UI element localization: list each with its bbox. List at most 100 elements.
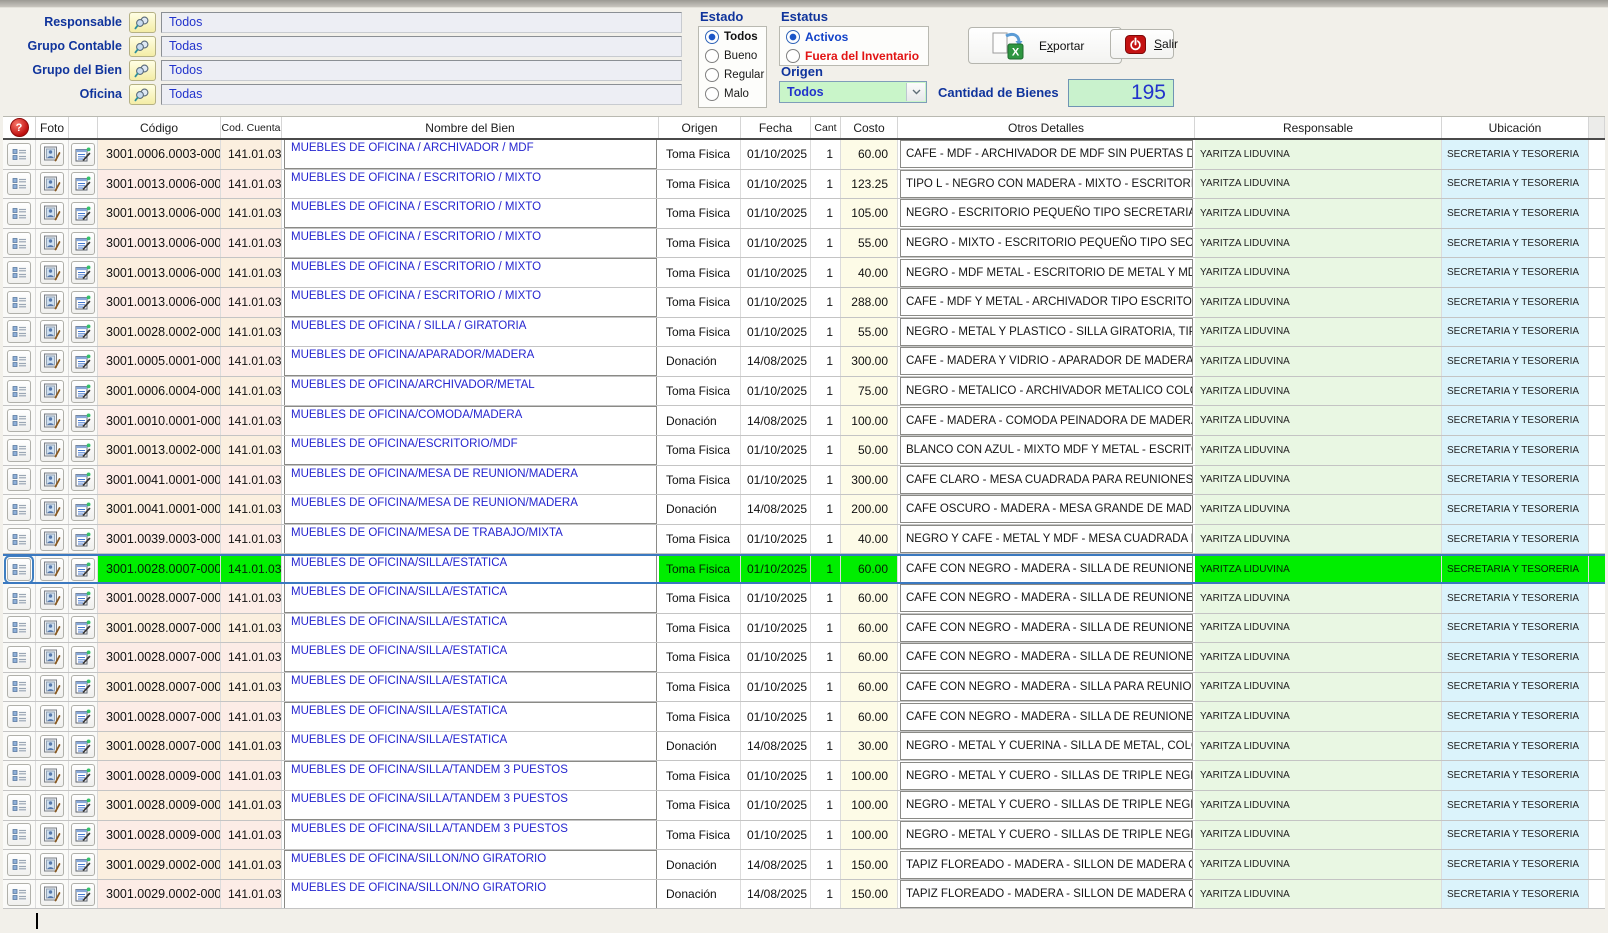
row-edit-button[interactable]: [71, 528, 95, 551]
radio-option[interactable]: Activos: [786, 28, 928, 46]
row-edit-button[interactable]: [71, 172, 95, 195]
row-detail-button[interactable]: [7, 528, 31, 551]
row-edit-button[interactable]: [71, 616, 95, 639]
table-row[interactable]: 3001.0028.0007-00007 141.01.03 MUEBLES D…: [3, 732, 1605, 762]
filter-search-button[interactable]: [129, 60, 156, 81]
table-row[interactable]: 3001.0028.0007-00004 141.01.03 MUEBLES D…: [3, 643, 1605, 673]
row-edit-button[interactable]: [71, 320, 95, 343]
row-edit-button[interactable]: [71, 853, 95, 876]
row-photo-button[interactable]: [40, 764, 64, 787]
table-row[interactable]: 3001.0013.0006-00002 141.01.03 MUEBLES D…: [3, 199, 1605, 229]
table-row[interactable]: 3001.0013.0002-00001 141.01.03 MUEBLES D…: [3, 436, 1605, 466]
row-photo-button[interactable]: [40, 291, 64, 314]
row-detail-button[interactable]: [7, 764, 31, 787]
row-edit-button[interactable]: [71, 646, 95, 669]
row-edit-button[interactable]: [71, 291, 95, 314]
filter-value-field[interactable]: Todas: [161, 36, 682, 57]
row-edit-button[interactable]: [71, 350, 95, 373]
row-photo-button[interactable]: [40, 705, 64, 728]
row-detail-button[interactable]: [7, 439, 31, 462]
filter-value-field[interactable]: Todos: [161, 12, 682, 33]
row-photo-button[interactable]: [40, 261, 64, 284]
row-detail-button[interactable]: [7, 735, 31, 758]
chevron-down-icon[interactable]: [906, 83, 925, 101]
row-photo-button[interactable]: [40, 735, 64, 758]
row-detail-button[interactable]: [7, 646, 31, 669]
row-edit-button[interactable]: [71, 498, 95, 521]
row-photo-button[interactable]: [40, 823, 64, 846]
row-edit-button[interactable]: [71, 261, 95, 284]
row-photo-button[interactable]: [40, 883, 64, 906]
row-detail-button[interactable]: [7, 232, 31, 255]
table-row[interactable]: 3001.0010.0001-00001 141.01.03 MUEBLES D…: [3, 406, 1605, 436]
row-edit-button[interactable]: [71, 558, 95, 581]
table-row[interactable]: 3001.0005.0001-00001 141.01.03 MUEBLES D…: [3, 347, 1605, 377]
row-edit-button[interactable]: [71, 232, 95, 255]
row-photo-button[interactable]: [40, 498, 64, 521]
table-row[interactable]: 3001.0028.0009-00002 141.01.03 MUEBLES D…: [3, 791, 1605, 821]
table-row[interactable]: 3001.0028.0002-00001 141.01.03 MUEBLES D…: [3, 318, 1605, 348]
table-row[interactable]: 3001.0028.0007-00005 141.01.03 MUEBLES D…: [3, 673, 1605, 703]
salir-button[interactable]: Salir: [1110, 29, 1174, 59]
row-edit-button[interactable]: [71, 675, 95, 698]
row-edit-button[interactable]: [71, 794, 95, 817]
table-row[interactable]: 3001.0039.0003-00001 141.01.03 MUEBLES D…: [3, 525, 1605, 555]
filter-search-button[interactable]: [129, 84, 156, 105]
row-detail-button[interactable]: [7, 675, 31, 698]
radio-option[interactable]: Regular: [705, 66, 766, 84]
row-detail-button[interactable]: [7, 853, 31, 876]
table-row[interactable]: 3001.0028.0007-00002 141.01.03 MUEBLES D…: [3, 584, 1605, 614]
row-detail-button[interactable]: [7, 616, 31, 639]
row-edit-button[interactable]: [71, 883, 95, 906]
row-edit-button[interactable]: [71, 735, 95, 758]
row-detail-button[interactable]: [7, 409, 31, 432]
row-detail-button[interactable]: [7, 291, 31, 314]
row-edit-button[interactable]: [71, 143, 95, 166]
table-row[interactable]: 3001.0029.0002-00002 141.01.03 MUEBLES D…: [3, 880, 1605, 910]
row-photo-button[interactable]: [40, 320, 64, 343]
table-row[interactable]: 3001.0013.0006-00001 141.01.03 MUEBLES D…: [3, 170, 1605, 200]
row-detail-button[interactable]: [7, 261, 31, 284]
row-photo-button[interactable]: [40, 232, 64, 255]
filter-search-button[interactable]: [129, 12, 156, 33]
row-photo-button[interactable]: [40, 853, 64, 876]
row-photo-button[interactable]: [40, 675, 64, 698]
row-photo-button[interactable]: [40, 143, 64, 166]
row-photo-button[interactable]: [40, 202, 64, 225]
row-detail-button[interactable]: [7, 350, 31, 373]
table-row[interactable]: 3001.0029.0002-00001 141.01.03 MUEBLES D…: [3, 850, 1605, 880]
row-detail-button[interactable]: [7, 320, 31, 343]
row-photo-button[interactable]: [40, 439, 64, 462]
row-photo-button[interactable]: [40, 409, 64, 432]
row-detail-button[interactable]: [7, 705, 31, 728]
radio-option[interactable]: Malo: [705, 85, 766, 103]
row-photo-button[interactable]: [40, 616, 64, 639]
row-edit-button[interactable]: [71, 764, 95, 787]
table-row[interactable]: 3001.0006.0004-00001 141.01.03 MUEBLES D…: [3, 377, 1605, 407]
radio-option[interactable]: Bueno: [705, 47, 766, 65]
row-photo-button[interactable]: [40, 587, 64, 610]
row-edit-button[interactable]: [71, 439, 95, 462]
row-detail-button[interactable]: [7, 172, 31, 195]
row-edit-button[interactable]: [71, 587, 95, 610]
row-photo-button[interactable]: [40, 646, 64, 669]
table-row[interactable]: 3001.0041.0001-00001 141.01.03 MUEBLES D…: [3, 466, 1605, 496]
table-row[interactable]: 3001.0028.0007-00001 141.01.03 MUEBLES D…: [3, 554, 1605, 584]
row-edit-button[interactable]: [71, 705, 95, 728]
red-question-icon[interactable]: ?: [10, 118, 29, 137]
row-detail-button[interactable]: [7, 202, 31, 225]
table-row[interactable]: 3001.0028.0007-00003 141.01.03 MUEBLES D…: [3, 614, 1605, 644]
table-row[interactable]: 3001.0013.0006-00003 141.01.03 MUEBLES D…: [3, 229, 1605, 259]
row-photo-button[interactable]: [40, 558, 64, 581]
table-row[interactable]: 3001.0028.0009-00001 141.01.03 MUEBLES D…: [3, 761, 1605, 791]
row-edit-button[interactable]: [71, 380, 95, 403]
row-photo-button[interactable]: [40, 528, 64, 551]
table-row[interactable]: 3001.0006.0003-00001 141.01.03 MUEBLES D…: [3, 140, 1605, 170]
row-edit-button[interactable]: [71, 409, 95, 432]
filter-search-button[interactable]: [129, 36, 156, 57]
radio-option[interactable]: Fuera del Inventario: [786, 47, 928, 65]
row-detail-button[interactable]: [7, 143, 31, 166]
row-photo-button[interactable]: [40, 380, 64, 403]
table-row[interactable]: 3001.0028.0009-00003 141.01.03 MUEBLES D…: [3, 821, 1605, 851]
table-row[interactable]: 3001.0013.0006-00005 141.01.03 MUEBLES D…: [3, 288, 1605, 318]
